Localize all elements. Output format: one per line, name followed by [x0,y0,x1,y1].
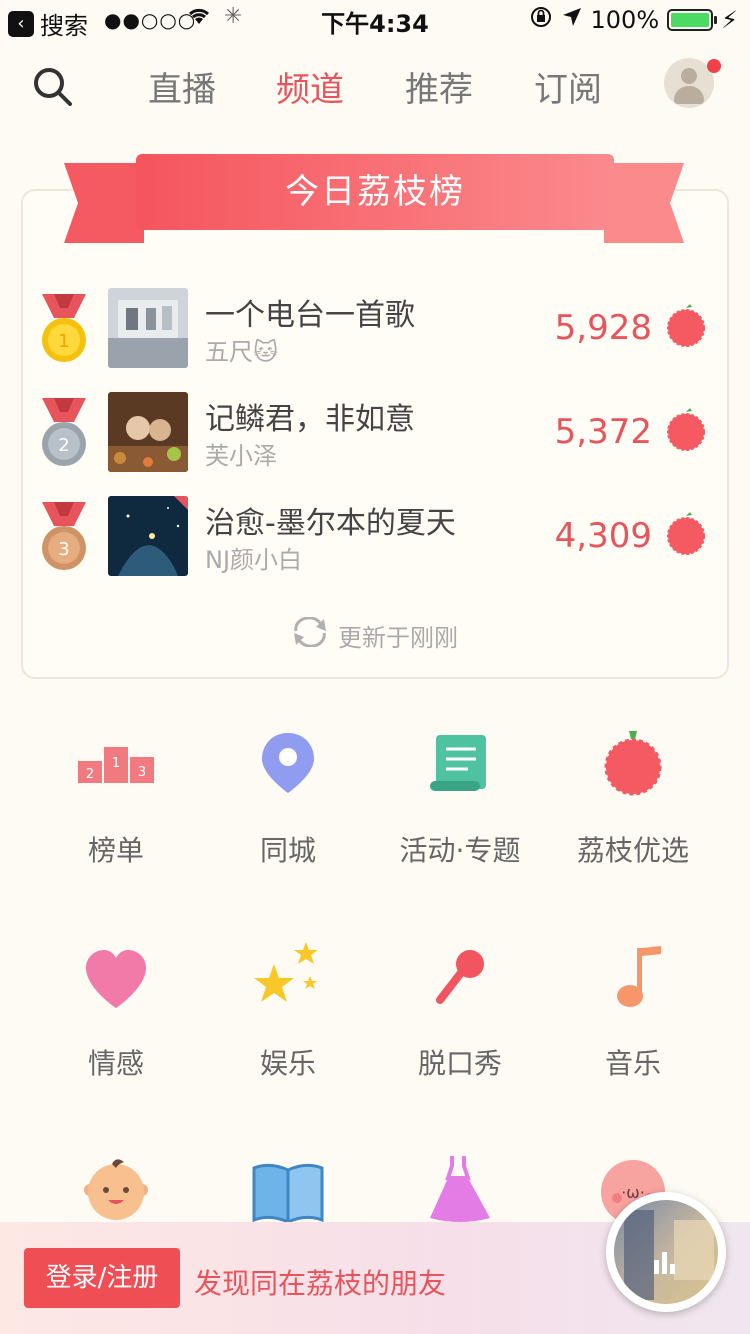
cover-image [108,392,188,472]
category-music[interactable]: 音乐 [547,940,719,1082]
lychee-icon [666,408,706,452]
notification-dot [707,59,721,73]
row-author: NJ颜小白 [205,546,303,574]
category-kids[interactable] [30,1152,202,1232]
category-emotion[interactable]: 情感 [30,940,202,1082]
row-author: 芙小泽 [205,442,277,470]
ranking-row-2[interactable]: 2 记鳞君，非如意 芙小泽 5,372 [0,392,750,482]
medal-number: 1 [58,331,69,352]
tab-recommend[interactable]: 推荐 [405,62,473,111]
category-lychee-picks[interactable]: 荔枝优选 [547,727,719,869]
category-label: 活动·专题 [399,834,521,867]
category-local[interactable]: 同城 [202,727,374,869]
top-nav: 直播 频道 推荐 订阅 [0,50,750,120]
rotation-lock-icon [529,5,553,35]
bronze-medal-icon: 3 [40,502,88,574]
ranking-row-1[interactable]: 1 一个电台一首歌 五尺🐱 5,928 [0,288,750,378]
music-note-icon [593,940,673,1020]
update-text: 更新于刚刚 [338,623,458,652]
category-ranking[interactable]: 2 1 3 榜单 [30,727,202,869]
svg-text:1: 1 [112,756,120,771]
lychee-icon [593,727,673,807]
category-label: 音乐 [604,1047,661,1080]
category-label: 同城 [259,834,316,867]
row-score: 5,928 [554,308,652,348]
cover-image [108,496,188,576]
mini-player-button[interactable] [606,1192,726,1312]
silver-medal-icon: 2 [40,398,88,470]
row-author: 五尺🐱 [205,338,279,366]
scroll-icon [420,727,500,807]
category-label: 情感 [87,1047,144,1080]
login-register-button[interactable]: 登录/注册 [24,1248,180,1308]
row-title: 一个电台一首歌 [205,298,415,333]
gold-medal-icon: 1 [40,294,88,366]
svg-text:2: 2 [86,767,94,782]
lychee-icon [666,512,706,556]
category-fashion[interactable] [374,1152,546,1232]
svg-text:3: 3 [138,765,146,780]
row-score: 4,309 [554,516,652,556]
book-icon [248,1152,328,1232]
category-entertainment[interactable]: 娱乐 [202,940,374,1082]
promo-text[interactable]: 发现同在荔枝的朋友 [194,1262,446,1302]
lychee-icon [666,304,706,348]
status-right: 100% ⚡ [529,5,738,35]
stars-icon [248,940,328,1020]
status-bar: ‹ 搜索 ●●○○○ ✳ 下午4:34 100% ⚡ [0,0,750,40]
category-books[interactable] [202,1152,374,1232]
row-title: 记鳞君，非如意 [205,402,415,437]
category-label: 脱口秀 [417,1047,502,1080]
microphone-icon [420,940,500,1020]
ribbon-left-decoration [64,163,144,243]
dress-icon [420,1152,500,1232]
row-score: 5,372 [554,412,652,452]
heart-icon [76,940,156,1020]
player-cover[interactable] [614,1200,718,1304]
search-icon[interactable] [30,64,74,108]
charging-bolt-icon: ⚡ [721,6,738,34]
baby-face-icon [76,1152,156,1232]
medal-number: 2 [58,435,69,456]
medal-number: 3 [58,539,69,560]
battery-percent: 100% [590,6,660,34]
refresh-update[interactable]: 更新于刚刚 [290,616,458,653]
podium-icon: 2 1 3 [76,727,156,807]
refresh-icon[interactable] [290,616,330,653]
tab-channel[interactable]: 频道 [276,62,344,111]
ranking-title: 今日荔枝榜 [136,154,614,230]
ribbon-right-decoration [604,163,684,243]
ranking-row-3[interactable]: 3 治愈-墨尔本的夏天 NJ颜小白 4,309 [0,496,750,586]
battery-icon [667,9,718,31]
category-label: 娱乐 [259,1047,316,1080]
location-pin-icon [248,727,328,807]
row-title: 治愈-墨尔本的夏天 [205,506,456,541]
category-talk-show[interactable]: 脱口秀 [374,940,546,1082]
category-label: 榜单 [87,834,144,867]
tab-subscribe[interactable]: 订阅 [534,62,602,111]
location-arrow-icon [561,6,583,34]
tab-live[interactable]: 直播 [148,62,216,111]
category-events[interactable]: 活动·专题 [374,727,546,869]
cover-image [108,288,188,368]
category-label: 荔枝优选 [576,834,689,867]
